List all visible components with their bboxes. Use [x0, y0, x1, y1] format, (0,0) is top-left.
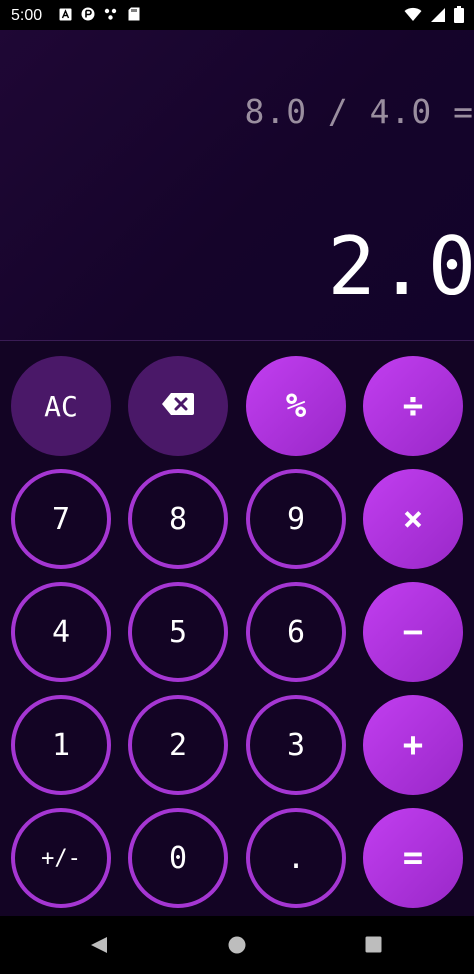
minus-button[interactable]: −: [363, 582, 463, 682]
calculator-display: 8.0 / 4.0 = 2.0: [0, 30, 474, 341]
decimal-button[interactable]: .: [246, 808, 346, 908]
status-time: 5:00: [11, 7, 43, 24]
divide-label: ÷: [402, 386, 424, 426]
play-store-icon: [81, 7, 95, 21]
wifi-icon: [404, 7, 422, 26]
plus-button[interactable]: +: [363, 695, 463, 795]
dots-icon: [104, 7, 118, 21]
digit-6-button[interactable]: 6: [246, 582, 346, 682]
backspace-icon: [161, 390, 195, 423]
minus-label: −: [402, 612, 424, 652]
digit-1-label: 1: [51, 727, 71, 763]
battery-icon: [454, 6, 464, 27]
digit-5-button[interactable]: 5: [128, 582, 228, 682]
plus-label: +: [402, 725, 424, 765]
clear-button[interactable]: AC: [11, 356, 111, 456]
digit-8-label: 8: [168, 501, 188, 537]
recents-icon[interactable]: [365, 936, 382, 957]
decimal-label: .: [286, 840, 306, 876]
percent-label: %: [285, 386, 307, 426]
digit-2-label: 2: [168, 727, 188, 763]
digit-9-label: 9: [286, 501, 306, 537]
digit-7-label: 7: [51, 501, 71, 537]
navigation-bar: [0, 916, 474, 974]
negate-button[interactable]: +/-: [11, 808, 111, 908]
digit-3-button[interactable]: 3: [246, 695, 346, 795]
multiply-label: ×: [402, 499, 424, 539]
digit-4-label: 4: [51, 614, 71, 650]
sd-card-icon: [127, 7, 141, 21]
digit-3-label: 3: [286, 727, 306, 763]
divide-button[interactable]: ÷: [363, 356, 463, 456]
expression-text: 8.0 / 4.0 =: [244, 92, 474, 131]
backspace-button[interactable]: [128, 356, 228, 456]
negate-label: +/-: [41, 845, 81, 871]
digit-5-label: 5: [168, 614, 188, 650]
digit-9-button[interactable]: 9: [246, 469, 346, 569]
digit-7-button[interactable]: 7: [11, 469, 111, 569]
percent-button[interactable]: %: [246, 356, 346, 456]
digit-2-button[interactable]: 2: [128, 695, 228, 795]
equals-button[interactable]: =: [363, 808, 463, 908]
a-icon: [58, 7, 72, 21]
status-bar: 5:00: [0, 0, 474, 30]
result-text: 2.0: [327, 220, 474, 313]
back-icon[interactable]: [90, 936, 108, 958]
equals-label: =: [402, 838, 424, 878]
clear-label: AC: [44, 389, 78, 423]
digit-1-button[interactable]: 1: [11, 695, 111, 795]
digit-6-label: 6: [286, 614, 306, 650]
home-icon[interactable]: [228, 936, 246, 958]
signal-icon: [430, 7, 446, 27]
digit-0-label: 0: [168, 840, 188, 876]
notification-icons: [58, 7, 141, 21]
multiply-button[interactable]: ×: [363, 469, 463, 569]
keypad: AC % ÷ 7 8 9 × 4 5 6 − 1 2 3 + +/- 0 . =: [0, 341, 474, 916]
digit-4-button[interactable]: 4: [11, 582, 111, 682]
system-icons: [404, 6, 464, 27]
digit-0-button[interactable]: 0: [128, 808, 228, 908]
digit-8-button[interactable]: 8: [128, 469, 228, 569]
